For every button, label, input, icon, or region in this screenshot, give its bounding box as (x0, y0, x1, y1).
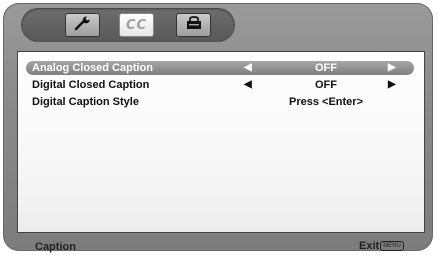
menu-key-icon: MENU (380, 241, 404, 251)
exit-hint[interactable]: Exit MENU (359, 240, 404, 252)
menu-item-value: OFF (315, 62, 337, 74)
menu-item-label: Analog Closed Caption (32, 62, 153, 74)
tab-caption[interactable]: CC (119, 13, 154, 37)
menu-item-digital-caption-style[interactable]: Digital Caption Style Press <Enter> (26, 95, 414, 109)
caption-menu-panel: Analog Closed Caption ◀ OFF ▶ Digital Cl… (17, 51, 425, 233)
tab-lock[interactable] (176, 13, 211, 37)
arrow-right-icon[interactable]: ▶ (388, 78, 396, 92)
arrow-right-icon[interactable]: ▶ (388, 61, 396, 75)
lock-icon (185, 15, 203, 35)
menu-item-label: Digital Closed Caption (32, 79, 150, 91)
tab-bar: CC (21, 8, 235, 42)
menu-item-label: Digital Caption Style (32, 96, 139, 108)
menu-item-digital-closed-caption[interactable]: Digital Closed Caption ◀ OFF ▶ (26, 78, 414, 92)
arrow-left-icon[interactable]: ◀ (244, 78, 252, 92)
menu-item-value: OFF (315, 79, 337, 91)
cc-icon: CC (125, 17, 148, 33)
tab-setup[interactable] (65, 13, 100, 37)
exit-label: Exit (359, 240, 380, 252)
menu-item-value: Press <Enter> (289, 96, 363, 108)
arrow-left-icon[interactable]: ◀ (244, 61, 252, 75)
menu-item-analog-closed-caption[interactable]: Analog Closed Caption ◀ OFF ▶ (26, 61, 414, 75)
osd-frame: CC Analog Closed Caption ◀ OFF ▶ Digital… (3, 3, 433, 253)
footer-title: Caption (35, 241, 76, 253)
wrench-icon (73, 15, 93, 36)
